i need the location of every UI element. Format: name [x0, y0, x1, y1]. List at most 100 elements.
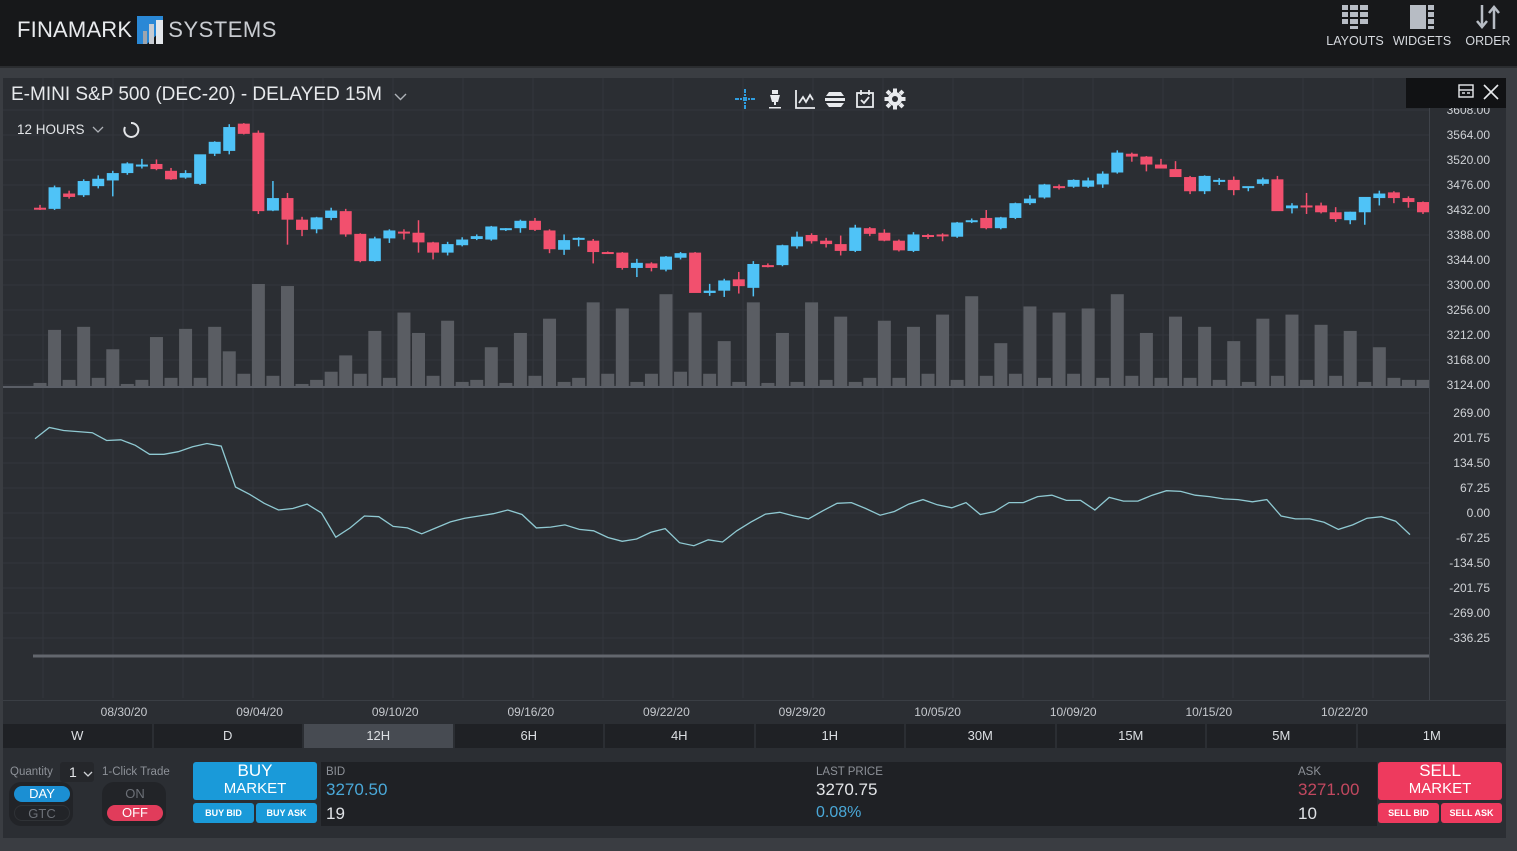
brand-name-left: FINAMARK — [17, 17, 133, 42]
crosshair-icon[interactable] — [734, 88, 756, 110]
candle-down — [1417, 201, 1429, 214]
volume-bar — [1372, 347, 1386, 386]
volume-bar — [572, 377, 586, 386]
period-selector[interactable]: 12 HOURS — [17, 122, 104, 137]
volume-bar — [1314, 324, 1328, 386]
candle-body — [339, 211, 352, 235]
oscillator-tick-label: -67.25 — [1455, 531, 1490, 545]
price-tick-label: 3344.00 — [1446, 253, 1490, 267]
candle-body — [936, 234, 949, 237]
timeframe-d[interactable]: D — [153, 724, 302, 748]
timeframe-w[interactable]: W — [3, 724, 152, 748]
drawing-pen-icon[interactable] — [764, 88, 786, 110]
volume-bar — [1183, 377, 1197, 386]
settings-gear-icon[interactable] — [884, 88, 906, 110]
candle-down — [165, 167, 178, 180]
one-click-label: 1-Click Trade — [102, 766, 170, 778]
ask-price: 3271.00 — [1298, 780, 1360, 799]
indicator-chart-icon[interactable] — [794, 88, 816, 110]
candle-up — [1373, 190, 1386, 206]
candle-up — [703, 283, 716, 296]
sell-ask-button[interactable]: SELL ASK — [1441, 803, 1502, 823]
close-icon[interactable] — [1482, 83, 1500, 106]
buy-bid-button[interactable]: BUY BID — [193, 803, 254, 823]
volume-bar — [1212, 379, 1226, 386]
chart-canvas[interactable] — [3, 78, 1429, 700]
candle-body — [470, 236, 483, 239]
oscillator-tick-label: 201.75 — [1453, 431, 1490, 445]
candle-body — [659, 256, 672, 270]
instrument-selector[interactable]: E-MINI S&P 500 (DEC-20) - DELAYED 15M — [11, 84, 407, 106]
timeframe-30m[interactable]: 30M — [906, 724, 1055, 748]
volume-bar — [921, 373, 935, 386]
candle-up — [1009, 202, 1022, 220]
candle-down — [834, 235, 847, 256]
date-tick-label: 08/30/20 — [100, 705, 148, 719]
candle-body — [179, 173, 192, 178]
timeframe-15m[interactable]: 15M — [1056, 724, 1205, 748]
candle-down — [1387, 191, 1400, 204]
candle-down — [34, 204, 46, 210]
volume-bar — [193, 377, 207, 386]
quantity-value: 1 — [69, 764, 77, 780]
volume-bar — [397, 312, 411, 386]
window-controls — [1406, 78, 1506, 108]
chevron-down-icon — [92, 126, 103, 133]
volume-bar — [630, 381, 644, 386]
buy-ask-button[interactable]: BUY ASK — [256, 803, 317, 823]
layers-icon[interactable] — [824, 88, 846, 110]
candle-body — [558, 240, 571, 250]
refresh-icon[interactable] — [122, 121, 140, 139]
y-axis[interactable]: 3608.00 3564.00 3520.00 3476.00 3432.00 3388.… — [1429, 78, 1506, 700]
timeframe-1h[interactable]: 1H — [755, 724, 904, 748]
candle-down — [645, 262, 658, 272]
order-button[interactable]: ORDER — [1456, 2, 1517, 58]
widgets-button[interactable]: WIDGETS — [1390, 2, 1454, 58]
volume-bar — [324, 371, 338, 386]
volume-bar — [1358, 381, 1372, 386]
volume-bar — [1023, 306, 1037, 386]
candle-body — [1242, 186, 1255, 189]
tif-day-option[interactable]: DAY — [14, 786, 70, 802]
quantity-select[interactable]: 1 — [60, 762, 94, 782]
buy-market-button[interactable]: BUY MARKET — [193, 762, 317, 800]
calendar-icon[interactable] — [854, 88, 876, 110]
candle-body — [747, 263, 760, 288]
plot-area[interactable]: E-MINI S&P 500 (DEC-20) - DELAYED 15M 12… — [3, 78, 1429, 700]
volume-bar — [805, 302, 819, 386]
volume-bar — [528, 375, 542, 386]
candle-body — [1329, 212, 1342, 220]
volume-bar — [237, 373, 251, 386]
one-click-off-option[interactable]: OFF — [107, 805, 163, 821]
candle-down — [528, 217, 541, 232]
layouts-button[interactable]: LAYOUTS — [1323, 2, 1387, 58]
volume-bar — [586, 302, 600, 386]
candle-up — [747, 261, 760, 297]
chevron-down-icon — [83, 771, 93, 777]
sell-bid-button[interactable]: SELL BID — [1378, 803, 1439, 823]
timeframe-1m[interactable]: 1M — [1357, 724, 1506, 748]
timeframe-5m[interactable]: 5M — [1207, 724, 1356, 748]
candle-body — [732, 279, 745, 287]
volume-bar — [1416, 379, 1429, 386]
timeframe-4h[interactable]: 4H — [605, 724, 754, 748]
maximize-icon[interactable] — [1458, 84, 1474, 103]
sell-market-button[interactable]: SELL MARKET — [1378, 762, 1502, 800]
volume-bar — [164, 377, 178, 386]
one-click-on-option[interactable]: ON — [107, 786, 163, 802]
candle-up — [106, 170, 119, 197]
timeframe-bar: W D 12H 6H 4H 1H 30M 15M 5M 1M — [3, 724, 1506, 748]
candle-down — [339, 208, 352, 237]
candle-body — [1198, 175, 1211, 192]
tif-gtc-option[interactable]: GTC — [14, 805, 70, 821]
candle-body — [674, 253, 687, 258]
timeframe-12h[interactable]: 12H — [304, 724, 453, 748]
candle-up — [965, 218, 978, 224]
candle-body — [266, 198, 279, 211]
candle-body — [383, 230, 396, 239]
volume-bar — [48, 329, 62, 386]
candle-up — [630, 258, 643, 278]
candle-body — [718, 280, 731, 291]
candle-body — [1082, 180, 1095, 187]
timeframe-6h[interactable]: 6H — [454, 724, 603, 748]
